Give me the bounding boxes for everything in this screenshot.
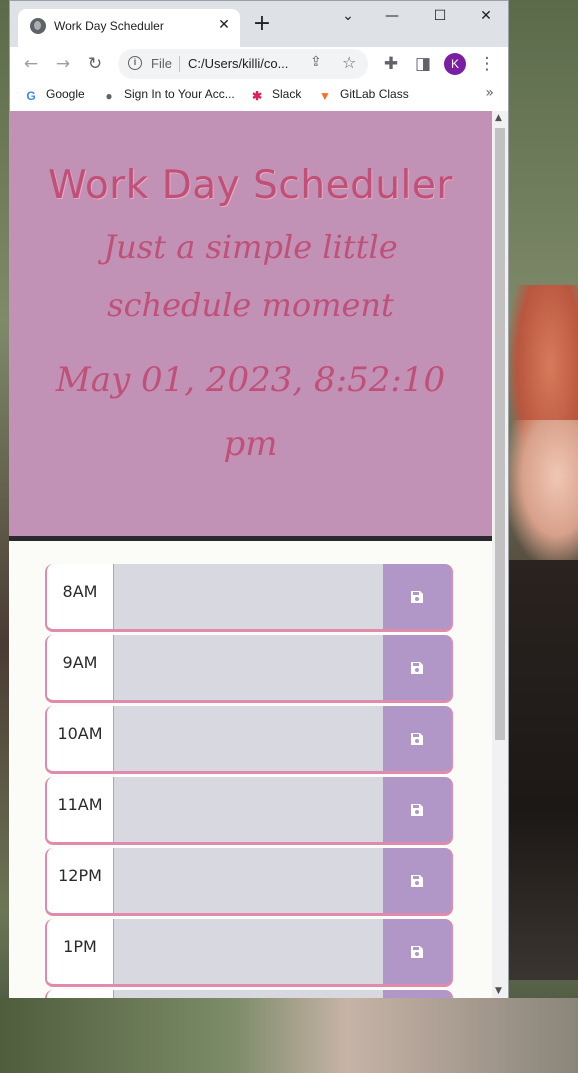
scroll-thumb[interactable] <box>495 128 505 740</box>
time-block-row: 12PM <box>45 848 457 916</box>
hour-label: 1PM <box>45 919 113 987</box>
hour-label: 9AM <box>45 635 113 703</box>
save-icon <box>411 945 423 958</box>
save-icon <box>411 590 423 603</box>
time-block-row <box>45 990 457 998</box>
save-button[interactable] <box>383 706 453 774</box>
hour-label: 12PM <box>45 848 113 916</box>
current-day: May 01, 2023, 8:52:10 pm <box>55 360 446 464</box>
save-button[interactable] <box>383 848 453 916</box>
save-button[interactable] <box>383 919 453 987</box>
wallpaper-clothing <box>508 560 578 980</box>
event-description-input[interactable] <box>113 706 383 774</box>
time-block-row: 1PM <box>45 919 457 987</box>
hour-label <box>45 990 113 998</box>
lead-text: Just a simple little schedule moment <box>103 228 398 324</box>
scroll-up-arrow-icon[interactable]: ▲ <box>495 113 502 123</box>
schedule-container: 8AM 9AM 10AM 11AM 12PM 1PM <box>9 541 492 998</box>
save-button[interactable] <box>383 990 453 998</box>
event-description-input[interactable] <box>113 777 383 845</box>
page-viewport: Work Day Scheduler Just a simple little … <box>9 111 492 998</box>
vertical-scrollbar[interactable]: ▲ ▼ <box>492 111 508 998</box>
save-icon <box>411 732 423 745</box>
jumbotron-header: Work Day Scheduler Just a simple little … <box>9 111 492 541</box>
time-block-row: 8AM <box>45 564 457 632</box>
scroll-down-arrow-icon[interactable]: ▼ <box>495 986 502 996</box>
event-description-input[interactable] <box>113 635 383 703</box>
event-description-input[interactable] <box>113 990 383 998</box>
time-block-row: 9AM <box>45 635 457 703</box>
save-button[interactable] <box>383 777 453 845</box>
save-icon <box>411 874 423 887</box>
hour-label: 10AM <box>45 706 113 774</box>
event-description-input[interactable] <box>113 848 383 916</box>
time-block-row: 10AM <box>45 706 457 774</box>
wallpaper-bottom <box>0 998 578 1073</box>
save-icon <box>411 803 423 816</box>
save-icon <box>411 661 423 674</box>
time-block-row: 11AM <box>45 777 457 845</box>
wallpaper-face <box>508 420 578 560</box>
hour-label: 11AM <box>45 777 113 845</box>
save-button[interactable] <box>383 635 453 703</box>
hour-label: 8AM <box>45 564 113 632</box>
page-title: Work Day Scheduler <box>48 163 453 208</box>
event-description-input[interactable] <box>113 919 383 987</box>
page-frame: Work Day Scheduler Just a simple little … <box>9 0 509 998</box>
event-description-input[interactable] <box>113 564 383 632</box>
save-button[interactable] <box>383 564 453 632</box>
